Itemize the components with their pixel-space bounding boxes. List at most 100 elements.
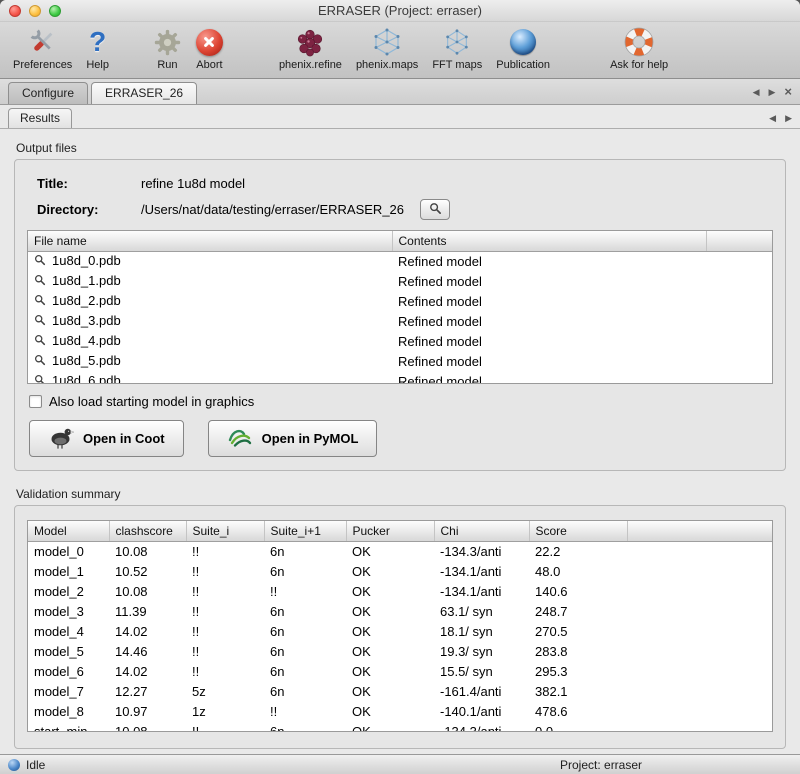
validation-row[interactable]: model_311.39!!6nOK63.1/ syn248.7 [28,601,772,621]
validation-row[interactable]: model_514.46!!6nOK19.3/ syn283.8 [28,641,772,661]
toolbar-preferences-button[interactable]: Preferences [6,25,79,72]
open-in-coot-label: Open in Coot [83,431,165,446]
output-file-row[interactable]: 1u8d_1.pdbRefined model [28,271,772,291]
phenix-maps-icon [372,26,402,58]
validation-header-row: Model clashscore Suite_i Suite_i+1 Pucke… [28,521,772,541]
browse-directory-button[interactable] [420,199,450,220]
validation-row[interactable]: model_110.52!!6nOK-134.1/anti48.0 [28,561,772,581]
magnifier-icon [34,274,46,289]
checkbox-box[interactable] [29,395,42,408]
tab-scroll-left-icon[interactable]: ◀ [753,86,760,98]
toolbar-label: phenix.maps [356,59,418,71]
file-contents: Refined model [392,371,706,384]
validation-row[interactable]: model_210.08!!!!OK-134.1/anti140.6 [28,581,772,601]
subtab-scroll-left-icon[interactable]: ◀ [769,112,776,124]
toolbar-run-button[interactable]: Run [146,25,189,72]
validation-cell: 14.02 [109,621,186,641]
main-tab-bar: Configure ERRASER_26 ◀ ▶ × [0,79,800,105]
column-header-contents[interactable]: Contents [392,231,706,251]
validation-cell: 14.02 [109,661,186,681]
results-tab-bar: Results ◀ ▶ [0,105,800,129]
open-in-coot-button[interactable]: Open in Coot [29,420,184,457]
column-header-model[interactable]: Model [28,521,109,541]
validation-row[interactable]: model_414.02!!6nOK18.1/ syn270.5 [28,621,772,641]
column-header-clashscore[interactable]: clashscore [109,521,186,541]
output-file-row[interactable]: 1u8d_0.pdb Refined model [28,251,772,271]
file-name: 1u8d_0.pdb [52,253,121,268]
output-file-row[interactable]: 1u8d_3.pdbRefined model [28,311,772,331]
column-header-file-name[interactable]: File name [28,231,392,251]
toolbar-publication-button[interactable]: Publication [489,25,557,72]
validation-cell: start_min [28,721,109,732]
directory-label: Directory: [37,202,127,217]
tab-configure[interactable]: Configure [8,82,88,104]
magnifier-icon [34,314,46,329]
toolbar-help-button[interactable]: ? Help [79,25,116,72]
output-file-row[interactable]: 1u8d_4.pdbRefined model [28,331,772,351]
project-label: Project: erraser [560,758,642,772]
validation-table[interactable]: Model clashscore Suite_i Suite_i+1 Pucke… [27,520,773,732]
validation-cell: !! [264,701,346,721]
title-value: refine 1u8d model [141,176,245,191]
file-contents: Refined model [392,251,706,271]
tab-erraser-26[interactable]: ERRASER_26 [91,82,197,104]
directory-value: /Users/nat/data/testing/erraser/ERRASER_… [141,202,404,217]
output-file-row[interactable]: 1u8d_5.pdbRefined model [28,351,772,371]
toolbar: Preferences ? Help Run [0,22,800,79]
column-header-pucker[interactable]: Pucker [346,521,434,541]
tab-close-icon[interactable]: × [784,86,792,98]
file-name: 1u8d_2.pdb [52,293,121,308]
lifebuoy-icon [624,26,654,58]
file-name: 1u8d_1.pdb [52,273,121,288]
validation-row[interactable]: model_614.02!!6nOK15.5/ syn295.3 [28,661,772,681]
tab-results[interactable]: Results [8,108,72,128]
validation-row[interactable]: model_810.971z!!OK-140.1/anti478.6 [28,701,772,721]
validation-row[interactable]: start_min10.08!!6nOK-134.3/anti0.0 [28,721,772,732]
open-in-pymol-button[interactable]: Open in PyMOL [208,420,378,457]
validation-cell: OK [346,601,434,621]
toolbar-ask-for-help-button[interactable]: Ask for help [603,25,675,72]
fft-maps-icon [443,26,471,58]
toolbar-fft-maps-button[interactable]: FFT maps [425,25,489,72]
column-header-spacer [706,231,772,251]
toolbar-label: Help [86,59,109,71]
magnifier-icon [34,294,46,309]
magnifier-icon [34,334,46,349]
column-header-score[interactable]: Score [529,521,627,541]
file-name: 1u8d_3.pdb [52,313,121,328]
file-contents: Refined model [392,291,706,311]
validation-row[interactable]: model_712.275z6nOK-161.4/anti382.1 [28,681,772,701]
validation-cell: -134.3/anti [434,541,529,561]
validation-cell: OK [346,541,434,561]
tab-scroll-right-icon[interactable]: ▶ [768,86,775,98]
validation-cell: -161.4/anti [434,681,529,701]
zoom-window-button[interactable] [49,5,61,17]
column-header-suite-i1[interactable]: Suite_i+1 [264,521,346,541]
validation-cell: !! [186,661,264,681]
toolbar-phenix-maps-button[interactable]: phenix.maps [349,25,425,72]
output-file-row[interactable]: 1u8d_2.pdb Refined model [28,291,772,311]
validation-cell: 6n [264,721,346,732]
validation-cell: model_1 [28,561,109,581]
titlebar[interactable]: ERRASER (Project: erraser) [0,0,800,22]
title-field-row: Title: refine 1u8d model [37,176,773,191]
column-header-chi[interactable]: Chi [434,521,529,541]
validation-cell: 10.08 [109,541,186,561]
validation-cell: -134.1/anti [434,561,529,581]
validation-cell: !! [186,541,264,561]
close-window-button[interactable] [9,5,21,17]
load-starting-model-checkbox[interactable]: Also load starting model in graphics [29,394,773,409]
validation-cell: 10.52 [109,561,186,581]
output-files-table[interactable]: File name Contents 1u8d_0.pdb Refined mod… [27,230,773,384]
minimize-window-button[interactable] [29,5,41,17]
output-file-row[interactable]: 1u8d_6.pdbRefined model [28,371,772,384]
validation-cell: 12.27 [109,681,186,701]
validation-groupbox: Model clashscore Suite_i Suite_i+1 Pucke… [14,505,786,749]
abort-icon [196,26,223,58]
subtab-scroll-right-icon[interactable]: ▶ [785,112,792,124]
column-header-suite-i[interactable]: Suite_i [186,521,264,541]
validation-row[interactable]: model_010.08!!6nOK-134.3/anti22.2 [28,541,772,561]
status-indicator-icon [8,759,20,771]
toolbar-phenix-refine-button[interactable]: phenix.refine [272,25,349,72]
toolbar-abort-button[interactable]: Abort [189,25,230,72]
